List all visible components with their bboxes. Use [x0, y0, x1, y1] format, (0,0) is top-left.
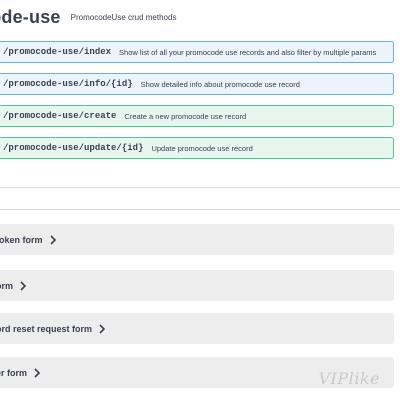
- chevron-right-icon[interactable]: [19, 280, 27, 291]
- chevron-right-icon[interactable]: [49, 234, 57, 245]
- section-divider: [0, 187, 400, 188]
- model-name: er form: [0, 367, 28, 378]
- tag-section-header[interactable]: code-use PromocodeUse crud methods: [0, 0, 176, 34]
- operation-summary: Show list of all your promocode use reco…: [119, 47, 377, 57]
- model-name: token form: [0, 234, 43, 245]
- model-token-form[interactable]: token form: [0, 224, 394, 255]
- operation-path: /promocode-use/update/{id}: [3, 143, 144, 153]
- operation-post-create[interactable]: /promocode-use/create Create a new promo…: [0, 105, 394, 127]
- chevron-right-icon[interactable]: [33, 367, 41, 378]
- operation-get-index[interactable]: /promocode-use/index Show list of all yo…: [0, 41, 394, 63]
- tag-description: PromocodeUse crud methods: [70, 12, 177, 22]
- swagger-page: code-use PromocodeUse crud methods /prom…: [0, 0, 400, 400]
- model-name: ord reset request form: [0, 323, 93, 334]
- models-divider: [0, 209, 400, 210]
- operation-summary: Create a new promocode use record: [124, 111, 247, 121]
- chevron-right-icon[interactable]: [98, 323, 106, 334]
- model-form[interactable]: orm: [0, 270, 394, 301]
- operation-summary: Show detailed info about promocode use r…: [140, 79, 300, 89]
- tag-title: code-use: [0, 6, 61, 27]
- model-password-reset-request-form[interactable]: ord reset request form: [0, 313, 394, 344]
- operation-summary: Update promocode use record: [151, 143, 253, 153]
- operation-path: /promocode-use/info/{id}: [3, 79, 133, 89]
- model-name: orm: [0, 280, 14, 291]
- operation-post-update[interactable]: /promocode-use/update/{id} Update promoc…: [0, 137, 394, 159]
- operation-path: /promocode-use/index: [3, 47, 112, 57]
- operation-path: /promocode-use/create: [3, 111, 117, 121]
- operation-get-info[interactable]: /promocode-use/info/{id} Show detailed i…: [0, 73, 394, 95]
- watermark: VIPlike: [318, 369, 380, 388]
